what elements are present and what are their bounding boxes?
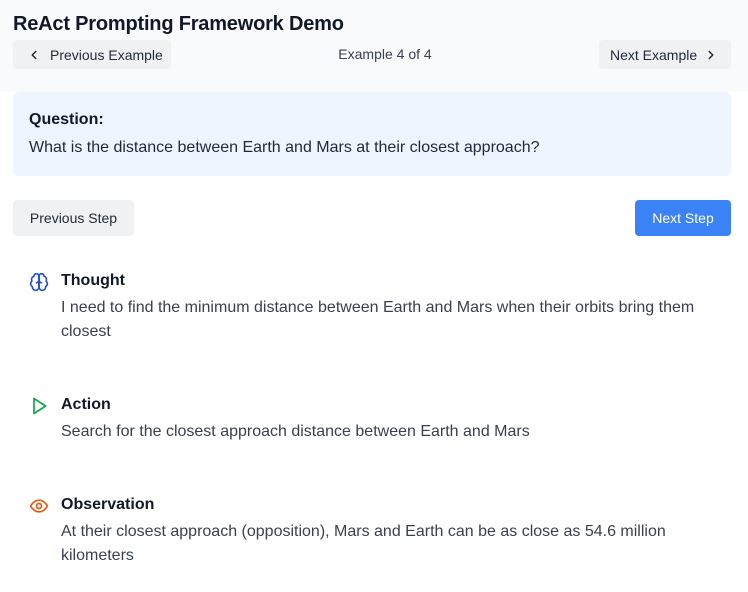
previous-step-button[interactable]: Previous Step bbox=[13, 200, 134, 236]
question-text: What is the distance between Earth and M… bbox=[29, 139, 540, 156]
observation-step: Observation At their closest approach (o… bbox=[29, 494, 729, 574]
thought-step: Thought I need to find the minimum dista… bbox=[29, 270, 729, 350]
observation-title: Observation bbox=[61, 496, 155, 513]
action-text: Search for the closest approach distance… bbox=[61, 423, 530, 440]
observation-text: At their closest approach (opposition), … bbox=[61, 523, 666, 564]
action-title: Action bbox=[61, 396, 111, 413]
action-step: Action Search for the closest approach d… bbox=[29, 394, 729, 444]
question-card: Question: What is the distance between E… bbox=[13, 92, 731, 176]
next-example-button[interactable]: Next Example bbox=[599, 40, 731, 69]
brain-icon bbox=[29, 272, 49, 292]
next-step-button[interactable]: Next Step bbox=[635, 200, 731, 236]
page-title: ReAct Prompting Framework Demo bbox=[13, 13, 344, 35]
next-example-label: Next Example bbox=[610, 46, 698, 63]
chevron-right-icon bbox=[708, 50, 714, 59]
thought-text: I need to find the minimum distance betw… bbox=[61, 299, 695, 340]
eye-icon bbox=[29, 499, 49, 513]
header: ReAct Prompting Framework Demo Previous … bbox=[0, 0, 748, 92]
question-label: Question: bbox=[29, 111, 104, 128]
thought-title: Thought bbox=[61, 272, 125, 289]
play-icon bbox=[33, 397, 47, 415]
